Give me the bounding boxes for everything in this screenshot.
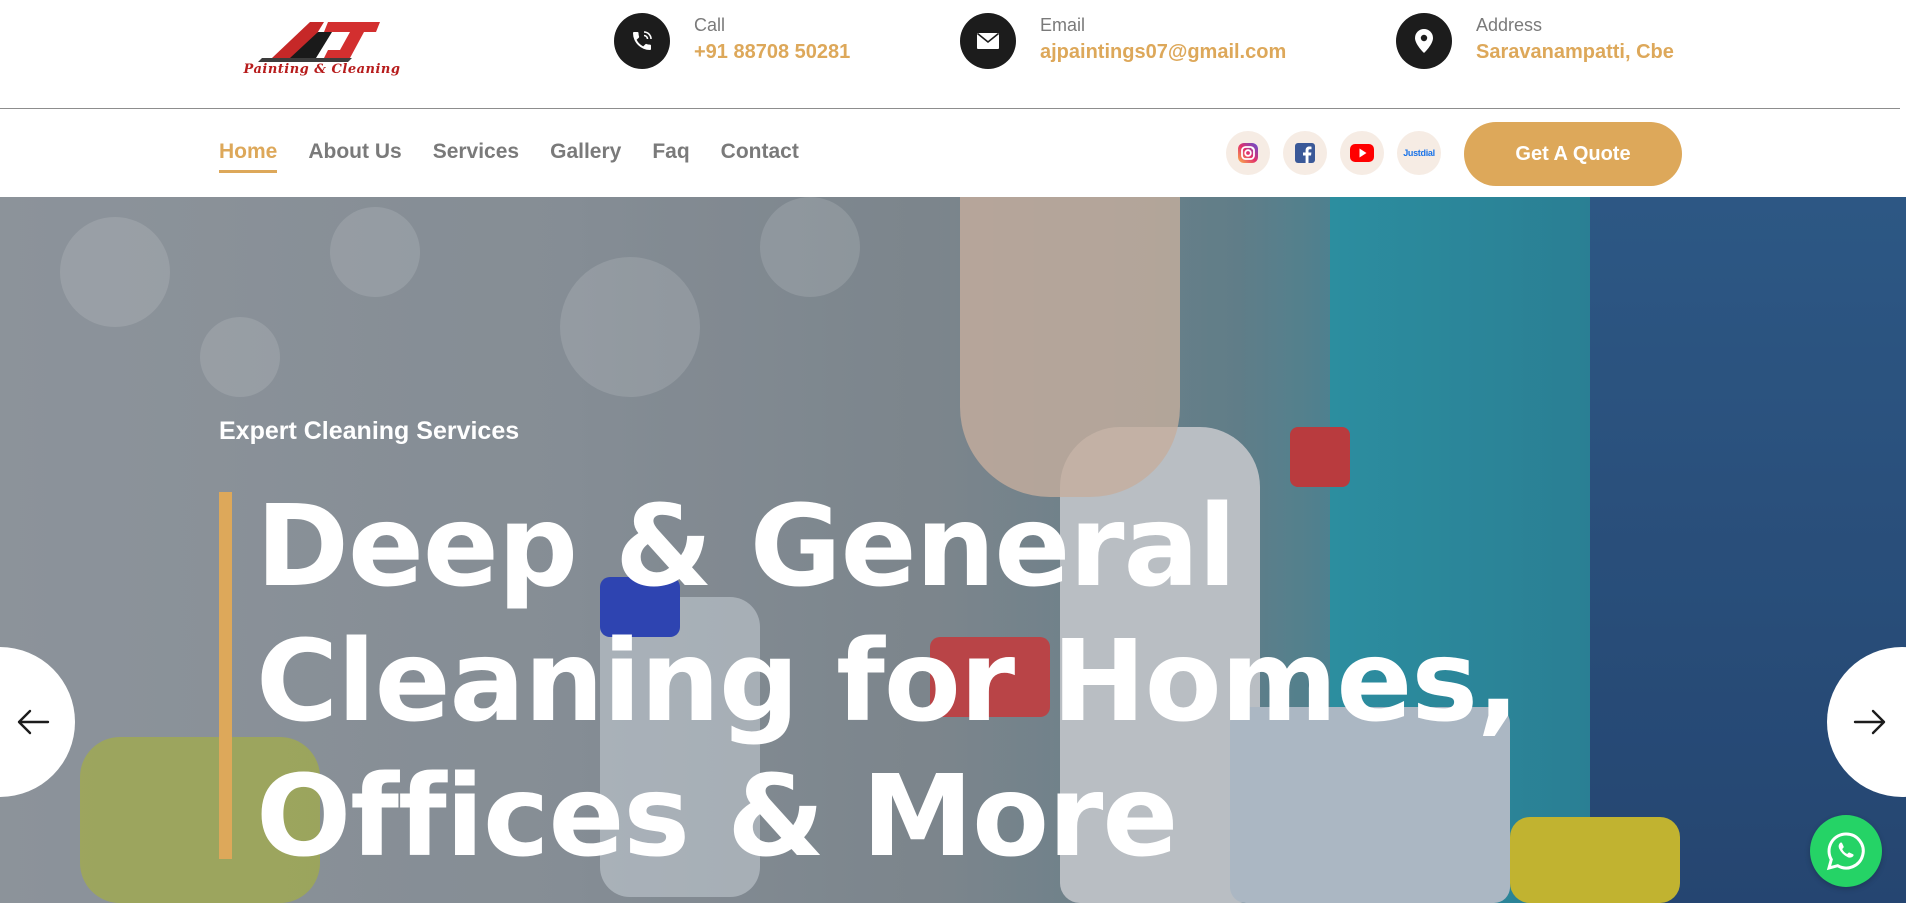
address-label: Address bbox=[1476, 15, 1543, 35]
email-value[interactable]: ajpaintings07@gmail.com bbox=[1040, 41, 1286, 64]
nav-about-us[interactable]: About Us bbox=[308, 140, 401, 173]
hero-subtitle: Expert Cleaning Services bbox=[219, 417, 520, 445]
call-value[interactable]: +91 88708 50281 bbox=[694, 41, 850, 64]
hero-title-line: Offices & More bbox=[256, 752, 1178, 882]
nav-home[interactable]: Home bbox=[219, 140, 278, 173]
logo-tagline: Painting & Cleaning bbox=[243, 62, 401, 77]
email-label: Email bbox=[1040, 15, 1086, 35]
instagram-icon[interactable] bbox=[1226, 131, 1270, 175]
arrow-left-icon bbox=[17, 709, 50, 735]
main-navigation: Home About Us Services Gallery Faq Conta… bbox=[0, 110, 1906, 197]
phone-icon bbox=[614, 13, 670, 69]
location-pin-icon bbox=[1396, 13, 1452, 69]
call-label: Call bbox=[694, 15, 726, 35]
top-info-bar: Painting & Cleaning Call +91 88708 50281… bbox=[0, 0, 1900, 109]
brand-logo[interactable]: Painting & Cleaning bbox=[232, 18, 412, 80]
mail-icon bbox=[960, 13, 1016, 69]
whatsapp-icon bbox=[1826, 832, 1865, 871]
justdial-text: Justdial bbox=[1403, 148, 1435, 158]
nav-contact[interactable]: Contact bbox=[721, 140, 799, 173]
arrow-right-icon bbox=[1853, 709, 1886, 735]
hero-title: Deep & General Cleaning for Homes, Offic… bbox=[256, 480, 1586, 885]
nav-menu: Home About Us Services Gallery Faq Conta… bbox=[219, 140, 799, 173]
nav-gallery[interactable]: Gallery bbox=[550, 140, 621, 173]
justdial-icon[interactable]: Justdial bbox=[1397, 131, 1441, 175]
hero-slider: Expert Cleaning Services Deep & General … bbox=[0, 197, 1906, 903]
facebook-icon[interactable] bbox=[1283, 131, 1327, 175]
whatsapp-button[interactable] bbox=[1810, 815, 1882, 887]
nav-services[interactable]: Services bbox=[433, 140, 519, 173]
social-links: Justdial bbox=[1226, 131, 1441, 175]
hero-accent-bar bbox=[219, 492, 232, 859]
get-a-quote-button[interactable]: Get A Quote bbox=[1464, 122, 1682, 186]
hero-title-line: Deep & General bbox=[256, 482, 1237, 612]
hero-title-line: Cleaning for Homes, bbox=[256, 617, 1520, 747]
logo-mark-icon bbox=[258, 22, 380, 62]
youtube-icon[interactable] bbox=[1340, 131, 1384, 175]
address-value[interactable]: Saravanampatti, Cbe bbox=[1476, 41, 1674, 64]
nav-faq[interactable]: Faq bbox=[652, 140, 689, 173]
